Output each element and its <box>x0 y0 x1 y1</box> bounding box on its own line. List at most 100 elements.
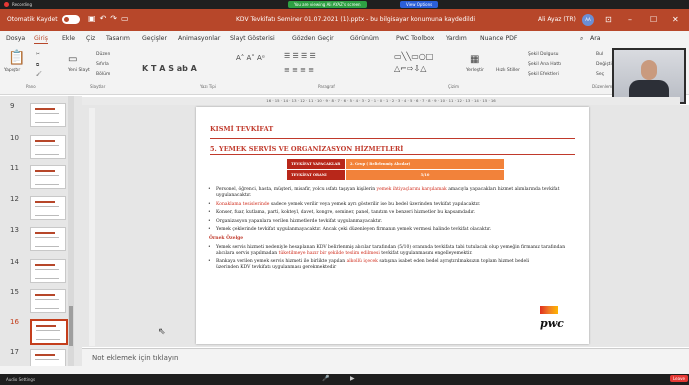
table-cell-value[interactable]: 5/10 <box>345 169 505 181</box>
arrange-button[interactable]: Yerleştir <box>466 68 484 73</box>
font-format-buttons[interactable]: K T A S ab A <box>142 64 197 73</box>
bullet-text: Personel, öğrenci, hasta, müşteri, misaf… <box>216 187 377 192</box>
view-options-button[interactable]: View Options <box>400 1 439 8</box>
tab-ciz[interactable]: Çiz <box>86 35 95 42</box>
undo-icon[interactable]: ↶ <box>100 14 111 23</box>
reset-button[interactable]: Sıfırla <box>96 62 109 67</box>
tevkifat-table[interactable]: TEVKİFAT YAPACAKLAR 2. Grup ( Belirlenmi… <box>286 158 505 181</box>
shape-fill-button[interactable]: Şekil Dolgusu <box>528 52 559 57</box>
table-row: TEVKİFAT YAPACAKLAR 2. Grup ( Belirlenmi… <box>286 158 505 170</box>
minimize-icon[interactable]: – <box>628 15 632 24</box>
notes-pane[interactable]: Not eklemek için tıklayın <box>82 348 689 367</box>
maximize-icon[interactable]: ☐ <box>650 15 657 24</box>
table-cell-value[interactable]: 2. Grup ( Belirlenmiş Alıcılar) <box>345 158 505 170</box>
slide-number: 9 <box>10 102 15 110</box>
slide-preview[interactable] <box>30 196 66 220</box>
bullet-highlight: yemek ihtiyaçlarını karşılamak <box>376 187 447 192</box>
group-label-yazi-tipi: Yazı Tipi <box>200 84 216 89</box>
title-divider <box>210 138 575 139</box>
tab-ekle[interactable]: Ekle <box>62 35 75 42</box>
tab-gecisler[interactable]: Geçişler <box>142 35 167 42</box>
search-icon[interactable]: ⌕ <box>580 35 583 43</box>
participant-head <box>641 60 657 80</box>
zoom-share-bar: Recording You are viewing Ali AYAZ's scr… <box>0 0 689 9</box>
slide-preview[interactable] <box>30 165 66 189</box>
autosave-toggle[interactable] <box>62 15 80 24</box>
align-buttons[interactable]: ≡ ≡ ≡ ≡ <box>284 66 314 74</box>
horizontal-ruler: 16 · 15 · 14 · 13 · 12 · 11 · 10 · 9 · 8… <box>82 97 680 105</box>
tab-slayt-gosterisi[interactable]: Slayt Gösterisi <box>230 35 275 42</box>
tab-dosya[interactable]: Dosya <box>6 35 25 42</box>
zoom-controls: Audio Settings 🎤 ▶ Leave <box>0 374 689 385</box>
tab-tasarim[interactable]: Tasarım <box>106 35 130 42</box>
font-size-buttons[interactable]: A˄ A˅ Aᵅ <box>236 54 265 62</box>
user-name[interactable]: Ali Ayaz (TR) <box>538 16 576 23</box>
tab-gozden-gecir[interactable]: Gözden Geçir <box>292 35 334 42</box>
copy-icon[interactable]: ⧉ <box>36 62 39 68</box>
tab-animasyonlar[interactable]: Animasyonlar <box>178 35 220 42</box>
video-thumbnail[interactable] <box>612 48 686 104</box>
tab-yardim[interactable]: Yardım <box>446 35 467 42</box>
slide-body[interactable]: Personel, öğrenci, hasta, müşteri, misaf… <box>204 187 574 274</box>
tab-pwc-toolbox[interactable]: PwC Toolbox <box>396 35 434 42</box>
slide-preview[interactable] <box>30 259 66 283</box>
group-label-pano: Pano <box>26 84 36 89</box>
select-button[interactable]: Seç <box>596 72 604 77</box>
bullet-item: Yemek servis hizmeti nedeniyle hesaplana… <box>204 245 574 257</box>
table-cell-label[interactable]: TEVKİFAT ORANI <box>286 169 346 181</box>
layout-button[interactable]: Düzen <box>96 52 110 57</box>
new-slide-icon[interactable]: ▭ <box>68 54 77 65</box>
share-banner: You are viewing Ali AYAZ's screen <box>288 1 367 8</box>
slide-preview[interactable] <box>30 135 66 159</box>
quick-styles-button[interactable]: Hızlı Stiller <box>496 68 520 73</box>
tab-giris[interactable]: Giriş <box>34 35 49 44</box>
bullet-text: Bankaya verilen yemek servis hizmeti ile… <box>216 259 347 264</box>
new-slide-button[interactable]: Yeni Slayt <box>68 68 90 73</box>
audio-settings-button[interactable]: Audio Settings <box>6 377 35 382</box>
arrange-icon[interactable]: ▦ <box>470 54 479 65</box>
slide-preview[interactable] <box>30 289 66 313</box>
recording-label: Recording <box>12 2 33 7</box>
shape-gallery-row2[interactable]: △⌐⇨⇩△ <box>394 64 426 73</box>
slide-title[interactable]: KISMİ TEVKİFAT <box>210 125 273 133</box>
autosave-label: Otomatik Kaydet <box>7 16 58 23</box>
tab-gorunum[interactable]: Görünüm <box>350 35 379 42</box>
video-icon[interactable]: ▶ <box>350 375 355 382</box>
bullet-highlight: alkollü içecek <box>346 259 378 264</box>
section-button[interactable]: Bölüm <box>96 72 110 77</box>
scrollbar-thumb[interactable] <box>69 306 73 346</box>
format-painter-icon[interactable]: 🖌 <box>36 72 42 77</box>
bullet-text: sadece yemek verilir veya yemek ayrı gös… <box>269 201 481 207</box>
slide-number: 12 <box>10 195 19 203</box>
title-bar: Otomatik Kaydet ▣↶↷▭ KDV Tevkifatı Semin… <box>0 9 689 31</box>
mic-icon[interactable]: 🎤 <box>322 375 329 382</box>
find-button[interactable]: Bul <box>596 52 603 57</box>
paste-icon[interactable]: 📋 <box>8 50 25 66</box>
replace-button[interactable]: Değiştir <box>596 62 614 67</box>
slide-preview[interactable] <box>30 319 68 345</box>
shape-effects-button[interactable]: Şekil Efektleri <box>528 72 559 77</box>
ribbon-display-icon[interactable]: ⊡ <box>605 15 612 24</box>
paste-button[interactable]: Yapıştır <box>4 68 20 73</box>
slide-subtitle[interactable]: 5. YEMEK SERVİS VE ORGANİZASYON HİZMETLE… <box>210 145 403 153</box>
list-buttons[interactable]: ☰ ☰ ☰ ☰ <box>284 52 316 60</box>
current-slide[interactable]: KISMİ TEVKİFAT 5. YEMEK SERVİS VE ORGANİ… <box>196 107 589 344</box>
notes-placeholder[interactable]: Not eklemek için tıklayın <box>92 354 178 362</box>
redo-icon[interactable]: ↷ <box>110 14 121 23</box>
save-icon[interactable]: ▣ <box>88 14 100 23</box>
shape-outline-button[interactable]: Şekil Ana Hattı <box>528 62 561 67</box>
shape-gallery[interactable]: ▭╲╲▭○□ <box>394 52 433 61</box>
group-label-paragraf: Paragraf <box>318 84 335 89</box>
search-box[interactable]: Ara <box>590 35 601 42</box>
tab-nuance-pdf[interactable]: Nuance PDF <box>480 35 518 42</box>
table-cell-label[interactable]: TEVKİFAT YAPACAKLAR <box>286 158 346 170</box>
slide-preview[interactable] <box>30 103 66 127</box>
close-icon[interactable]: ✕ <box>672 15 679 24</box>
present-icon[interactable]: ▭ <box>121 14 133 23</box>
slide-preview[interactable] <box>30 227 66 251</box>
bullet-highlight: Konaklama tesislerinde <box>216 201 270 207</box>
cut-icon[interactable]: ✂ <box>36 52 40 57</box>
thumbnails-scrollbar[interactable] <box>68 96 74 366</box>
avatar[interactable]: AA <box>582 14 594 26</box>
leave-button[interactable]: Leave <box>670 375 688 382</box>
